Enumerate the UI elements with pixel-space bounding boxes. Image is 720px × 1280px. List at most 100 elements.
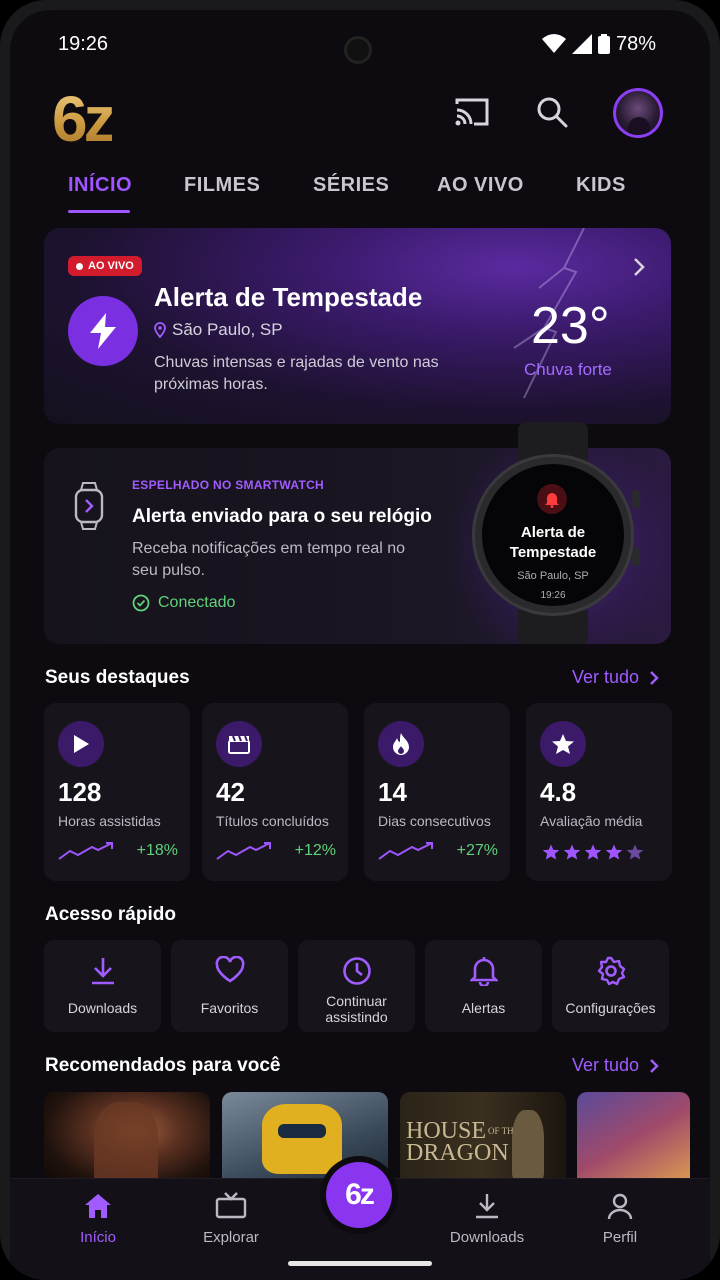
quick-label: Configurações: [565, 1000, 656, 1016]
wifi-icon: [541, 34, 566, 53]
stat-value: 42: [216, 777, 245, 807]
quick-favorites[interactable]: Favoritos: [171, 940, 288, 1032]
quick-downloads[interactable]: Downloads: [44, 940, 161, 1032]
stat-trend: +27%: [378, 841, 498, 861]
watch-title: Alerta enviado para o seu relógio: [132, 506, 432, 527]
watch-face-location: São Paulo, SP: [517, 570, 589, 582]
chevron-right-icon: [650, 670, 659, 685]
flame-icon: [378, 721, 424, 767]
watch-status-text: Conectado: [158, 594, 236, 611]
gear-icon: [597, 956, 625, 986]
watch-connection-status: Conectado: [132, 594, 235, 612]
user-icon: [607, 1193, 633, 1220]
front-camera: [344, 36, 372, 64]
quick-label: Downloads: [67, 1000, 138, 1016]
stat-label: Títulos concluídos: [216, 813, 329, 829]
nav-inicio[interactable]: Início: [48, 1192, 148, 1246]
download-icon: [91, 958, 114, 985]
stat-card-rating[interactable]: 4.8 Avaliação média: [526, 703, 672, 881]
watch-crown-top: [632, 490, 640, 508]
poster-house-of-the-dragon[interactable]: HOUSE OF THE DRAGON: [400, 1092, 566, 1187]
poster-figure: [512, 1110, 544, 1180]
tab-inicio[interactable]: INÍCIO: [68, 174, 132, 197]
watch-bell-icon: [537, 484, 567, 514]
alert-description: Chuvas intensas e rajadas de vento nas p…: [154, 354, 439, 393]
recommended-see-all-label: Ver tudo: [572, 1055, 640, 1075]
live-dot: [76, 262, 83, 270]
stat-card-streak[interactable]: 14 Dias consecutivos +27%: [364, 703, 510, 881]
watch-kicker: ESPELHADO NO SMARTWATCH: [132, 478, 325, 492]
stat-label: Dias consecutivos: [378, 813, 491, 829]
tab-series[interactable]: SÉRIES: [313, 174, 389, 197]
category-tabs: INÍCIO FILMES SÉRIES AO VIVO KIDS: [10, 174, 710, 214]
watch-face-time: 19:26: [540, 590, 566, 601]
status-time: 19:26: [58, 32, 109, 55]
quick-label: Favoritos: [200, 1000, 259, 1016]
quick-label: Continuar assistindo: [298, 993, 415, 1025]
storm-alert-card[interactable]: AO VIVO Alerta de Tempestade São Paulo, …: [44, 228, 671, 424]
watch-description: Receba notificações em tempo real no seu…: [132, 540, 406, 579]
clock-icon: [342, 957, 371, 985]
live-badge-label: AO VIVO: [88, 260, 134, 272]
home-indicator[interactable]: [288, 1261, 432, 1266]
poster-action-movie[interactable]: [44, 1092, 210, 1187]
bolt-icon: [68, 296, 138, 366]
stat-value: 4.8: [540, 777, 577, 807]
chevron-right-icon[interactable]: [632, 256, 646, 278]
app-logo[interactable]: 6z: [52, 82, 116, 156]
chevron-right-icon: [650, 1058, 659, 1073]
highlights-see-all[interactable]: Ver tudo: [572, 667, 659, 688]
clapperboard-icon: [216, 721, 262, 767]
recommended-see-all[interactable]: Ver tudo: [572, 1055, 659, 1076]
search-icon[interactable]: [532, 92, 572, 132]
play-icon: [58, 721, 104, 767]
nav-label: Explorar: [203, 1229, 259, 1246]
logo-fab-button[interactable]: 6z: [326, 1162, 392, 1228]
stat-change: +27%: [456, 842, 498, 859]
poster-title-line2: DRAGON: [406, 1140, 509, 1166]
alert-location-text: São Paulo, SP: [172, 320, 283, 339]
tab-ao-vivo[interactable]: AO VIVO: [437, 174, 524, 197]
rating-star-icon: [605, 844, 623, 860]
battery-percent: 78%: [615, 32, 656, 55]
phone-frame: 19:26 78% 6z INÍCIO FILMES SÉRIES AO VIV…: [0, 0, 720, 1280]
alert-title: Alerta de Tempestade: [154, 282, 423, 312]
battery-icon: [597, 34, 610, 54]
rating-star-icon: [584, 844, 602, 860]
cast-icon[interactable]: [452, 92, 492, 132]
quick-settings[interactable]: Configurações: [552, 940, 669, 1032]
stat-card-hours[interactable]: 128 Horas assistidas +18%: [44, 703, 190, 881]
avatar[interactable]: [613, 88, 663, 138]
stat-label: Avaliação média: [540, 813, 643, 829]
nav-downloads[interactable]: Downloads: [437, 1192, 537, 1246]
stat-card-titles[interactable]: 42 Títulos concluídos +12%: [202, 703, 348, 881]
home-icon: [85, 1194, 111, 1218]
screen: 19:26 78% 6z INÍCIO FILMES SÉRIES AO VIV…: [10, 10, 710, 1280]
stat-value: 128: [58, 777, 102, 807]
bell-icon: [469, 957, 498, 986]
nav-perfil[interactable]: Perfil: [570, 1192, 670, 1246]
temperature: 23°: [531, 297, 610, 355]
highlights-see-all-label: Ver tudo: [572, 667, 640, 687]
poster-robot-head: [262, 1104, 342, 1174]
nav-explorar[interactable]: Explorar: [181, 1192, 281, 1246]
nav-label: Perfil: [602, 1229, 638, 1246]
quick-access-title: Acesso rápido: [45, 904, 176, 925]
tab-kids[interactable]: KIDS: [576, 174, 626, 197]
quick-alerts[interactable]: Alertas: [425, 940, 542, 1032]
quick-continue-watching[interactable]: Continuar assistindo: [298, 940, 415, 1032]
download-icon: [476, 1194, 498, 1219]
quick-label-line2: assistindo: [325, 1009, 388, 1025]
rating-star-icon: [563, 844, 581, 860]
highlights-title: Seus destaques: [45, 667, 190, 688]
trend-up-icon: [216, 842, 271, 860]
poster-animated-movie[interactable]: [577, 1092, 690, 1187]
stat-trend: +12%: [216, 841, 336, 861]
stat-value: 14: [378, 777, 407, 807]
stat-label: Horas assistidas: [58, 813, 161, 829]
rating-stars: [542, 843, 644, 861]
tab-filmes[interactable]: FILMES: [184, 174, 260, 197]
rating-star-icon: [626, 844, 644, 860]
stat-trend: +18%: [58, 841, 178, 861]
signal-icon: [571, 34, 592, 54]
